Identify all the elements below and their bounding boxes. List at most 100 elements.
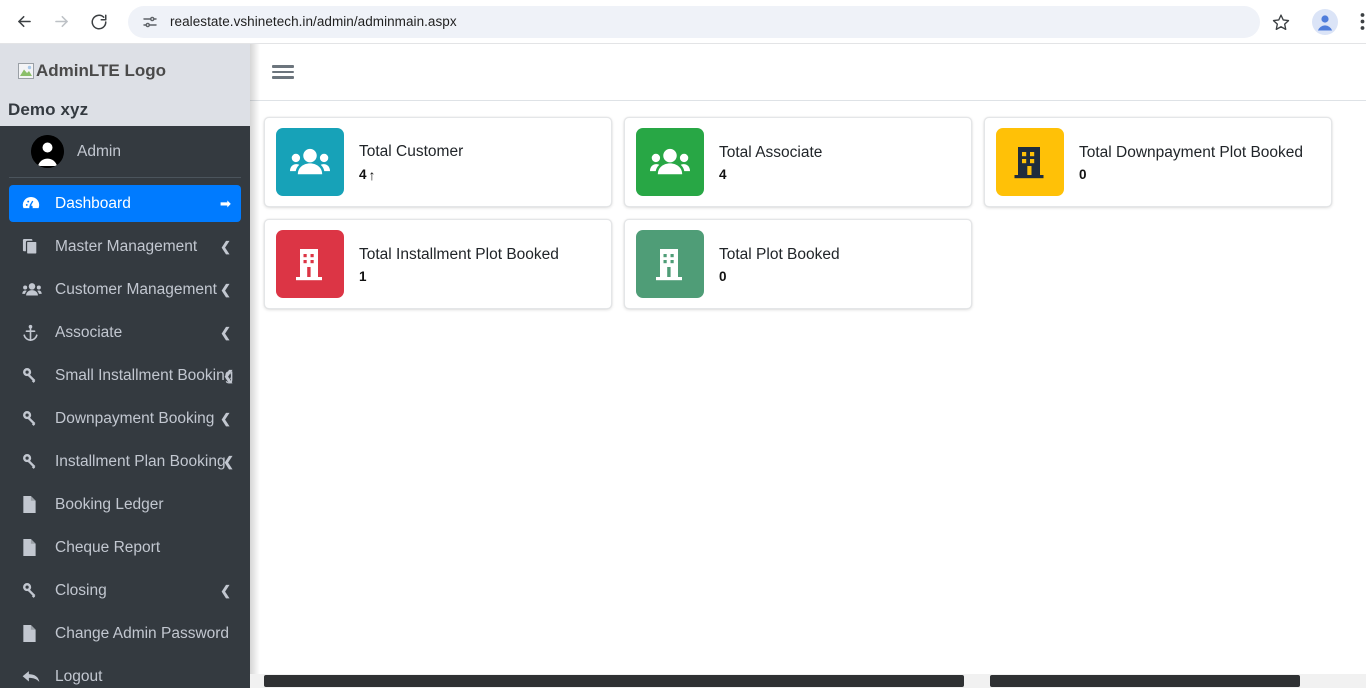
trend-up-icon: ↑ (369, 168, 376, 182)
horizontal-scrollbar-thumb-secondary[interactable] (990, 675, 1300, 687)
card-value-wrap: 4 ↑ (359, 168, 463, 182)
card-value: 4 (359, 168, 367, 182)
card-icon-box (276, 230, 344, 298)
card-value: 0 (1079, 168, 1087, 182)
sidebar-item-customer-management[interactable]: Customer Management ❮ (9, 271, 241, 308)
stat-card-total-installment-plot-booked[interactable]: Total Installment Plot Booked 1 (264, 219, 612, 309)
chevron-left-icon: ❮ (220, 283, 231, 296)
card-text: Total Plot Booked 0 (719, 245, 840, 284)
stat-card-total-downpayment-plot-booked[interactable]: Total Downpayment Plot Booked 0 (984, 117, 1332, 207)
brand-logo-row: AdminLTE Logo (0, 56, 250, 86)
chevron-left-icon: ❮ (220, 412, 231, 425)
sidebar-item-dashboard[interactable]: Dashboard ➟ (9, 185, 241, 222)
url-text: realestate.vshinetech.in/admin/adminmain… (170, 14, 457, 29)
sidebar: AdminLTE Logo Demo xyz Admin (0, 44, 250, 688)
sidebar-item-change-admin-password[interactable]: Change Admin Password (9, 615, 241, 652)
user-name: Admin (77, 143, 121, 161)
building-icon (293, 246, 327, 282)
card-title: Total Associate (719, 143, 822, 162)
stat-card-total-associate[interactable]: Total Associate 4 (624, 117, 972, 207)
file-icon (22, 496, 45, 513)
chevron-down-icon: ➟ (220, 197, 231, 210)
file-icon (22, 539, 45, 556)
reload-button[interactable] (84, 7, 114, 37)
stat-card-row-1: Total Customer 4 ↑ (264, 117, 1352, 207)
building-icon (1013, 144, 1047, 180)
sidebar-item-label: Master Management (55, 238, 197, 256)
key-icon (22, 410, 45, 427)
chevron-left-icon: ❮ (220, 326, 231, 339)
users-icon (650, 146, 690, 178)
user-avatar-icon (31, 135, 64, 168)
copy-files-icon (22, 238, 45, 255)
card-text: Total Downpayment Plot Booked 0 (1079, 143, 1303, 182)
file-icon (22, 625, 45, 642)
hamburger-menu-icon[interactable] (272, 61, 294, 83)
stat-card-row-2: Total Installment Plot Booked 1 (264, 219, 1352, 309)
reply-arrow-icon (22, 669, 45, 685)
brand-name: Demo xyz (0, 100, 250, 120)
brand-logo-alt-text: AdminLTE Logo (36, 61, 166, 81)
horizontal-scrollbar[interactable] (250, 674, 1366, 688)
forward-button[interactable] (46, 7, 76, 37)
card-value-wrap: 1 (359, 270, 559, 284)
card-title: Total Installment Plot Booked (359, 245, 559, 264)
building-icon (653, 246, 687, 282)
sidebar-item-downpayment-booking[interactable]: Downpayment Booking ❮ (9, 400, 241, 437)
users-icon (290, 146, 330, 178)
chevron-left-icon: ❮ (223, 369, 234, 382)
sidebar-item-booking-ledger[interactable]: Booking Ledger (9, 486, 241, 523)
anchor-icon (22, 324, 45, 342)
sidebar-item-small-installment-booking[interactable]: Small Installment Booking ❮ (9, 357, 241, 394)
sidebar-item-logout[interactable]: Logout (9, 658, 241, 688)
chevron-left-icon: ❮ (220, 240, 231, 253)
stat-card-total-plot-booked[interactable]: Total Plot Booked 0 (624, 219, 972, 309)
sidebar-item-associate[interactable]: Associate ❮ (9, 314, 241, 351)
card-title: Total Customer (359, 142, 463, 161)
sidebar-item-label: Downpayment Booking (55, 410, 214, 428)
sidebar-item-label: Cheque Report (55, 539, 160, 557)
tachometer-icon (22, 195, 45, 213)
dashboard-content: Total Customer 4 ↑ (250, 101, 1366, 309)
card-icon-box (276, 128, 344, 196)
sidebar-item-closing[interactable]: Closing ❮ (9, 572, 241, 609)
card-value-wrap: 4 (719, 168, 822, 182)
card-value: 1 (359, 270, 367, 284)
key-icon (22, 367, 45, 384)
sidebar-item-label: Small Installment Booking (55, 367, 233, 385)
user-panel[interactable]: Admin (9, 126, 241, 178)
profile-avatar-icon[interactable] (1310, 7, 1340, 37)
key-icon (22, 582, 45, 599)
sidebar-item-label: Closing (55, 582, 107, 600)
broken-image-icon (18, 63, 34, 79)
back-button[interactable] (9, 7, 39, 37)
sidebar-item-label: Installment Plan Booking (55, 453, 226, 471)
sidebar-item-label: Booking Ledger (55, 496, 164, 514)
sidebar-item-cheque-report[interactable]: Cheque Report (9, 529, 241, 566)
address-bar[interactable]: realestate.vshinetech.in/admin/adminmain… (128, 6, 1260, 38)
sidebar-item-label: Logout (55, 668, 102, 686)
card-value: 0 (719, 270, 727, 284)
card-icon-box (636, 230, 704, 298)
application-viewport: Total Customer 4 ↑ (0, 44, 1366, 688)
site-settings-icon[interactable] (141, 13, 159, 31)
sidebar-item-label: Customer Management (55, 281, 217, 299)
card-text: Total Customer 4 ↑ (359, 142, 463, 181)
users-icon (22, 282, 45, 297)
card-text: Total Associate 4 (719, 143, 822, 182)
card-title: Total Downpayment Plot Booked (1079, 143, 1303, 162)
horizontal-scrollbar-thumb[interactable] (264, 675, 964, 687)
sidebar-item-label: Change Admin Password (55, 625, 229, 643)
card-value: 4 (719, 168, 727, 182)
three-dot-menu-icon[interactable] (1349, 7, 1366, 37)
card-icon-box (636, 128, 704, 196)
stat-card-total-customer[interactable]: Total Customer 4 ↑ (264, 117, 612, 207)
chevron-left-icon: ❮ (223, 455, 234, 468)
browser-toolbar: realestate.vshinetech.in/admin/adminmain… (0, 0, 1366, 44)
sidebar-item-installment-plan-booking[interactable]: Installment Plan Booking ❮ (9, 443, 241, 480)
sidebar-brand[interactable]: AdminLTE Logo Demo xyz (0, 44, 250, 126)
bookmark-star-icon[interactable] (1266, 7, 1296, 37)
card-value-wrap: 0 (719, 270, 840, 284)
key-icon (22, 453, 45, 470)
sidebar-item-master-management[interactable]: Master Management ❮ (9, 228, 241, 265)
